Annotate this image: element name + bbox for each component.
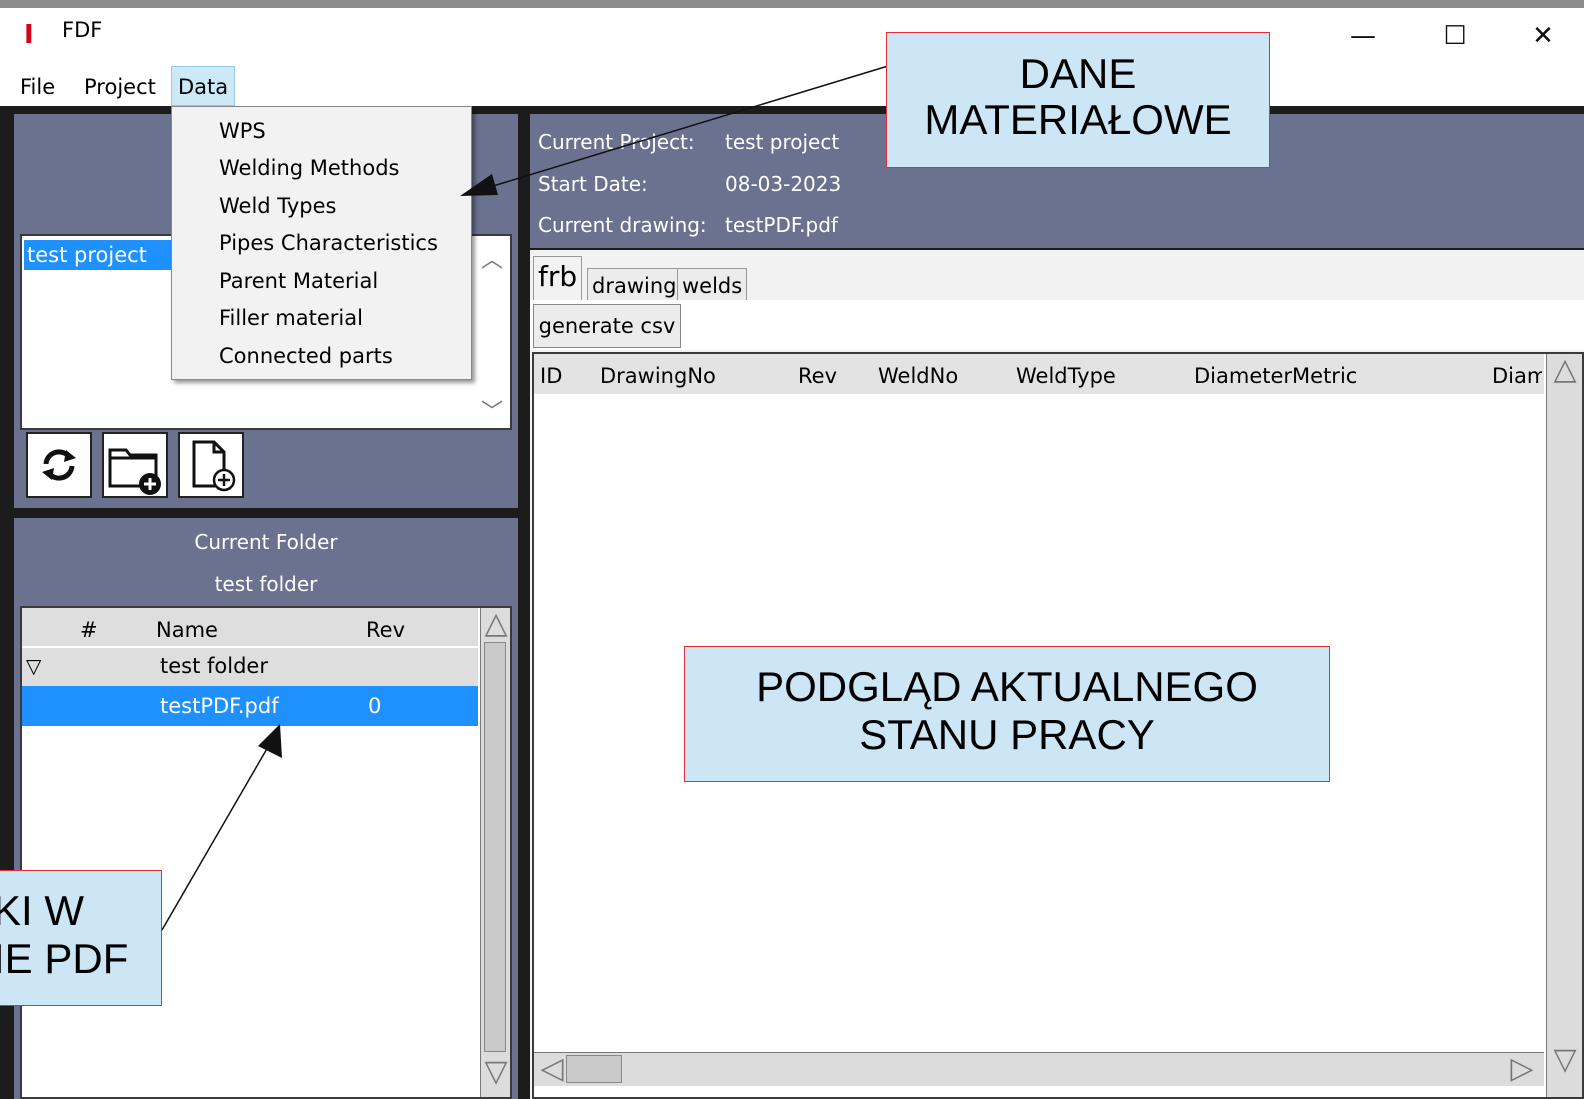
app-logo-icon: I	[24, 20, 34, 50]
refresh-button[interactable]	[26, 432, 92, 498]
file-add-icon	[192, 440, 236, 492]
annotation-pdf-line1: KI W	[0, 887, 84, 934]
scroll-right-icon[interactable]: ▷	[1504, 1053, 1540, 1085]
tree-row-file[interactable]: testPDF.pdf 0	[22, 686, 478, 726]
scroll-down-icon[interactable]: ▽	[1547, 1044, 1583, 1076]
col-id[interactable]: ID	[540, 364, 562, 388]
col-num[interactable]: #	[80, 618, 98, 642]
annotation-preview-line1: PODGLĄD AKTUALNEGO	[756, 663, 1258, 710]
folder-add-icon	[108, 448, 161, 495]
annotation-material-line2: MATERIAŁOWE	[924, 96, 1232, 143]
scroll-up-icon[interactable]: ︿	[480, 242, 504, 274]
folder-tree[interactable]: # Name Rev ▽ test folder testPDF.pdf 0 △…	[20, 606, 512, 1099]
annotation-material: DANE MATERIAŁOWE	[886, 32, 1270, 168]
menu-file[interactable]: File	[14, 66, 61, 104]
current-drawing-value: testPDF.pdf	[725, 213, 838, 237]
menu-item-wps[interactable]: WPS	[219, 113, 266, 149]
menu-item-welding-methods[interactable]: Welding Methods	[219, 150, 399, 186]
tab-drawing[interactable]: drawing	[587, 268, 682, 302]
col-drawingno[interactable]: DrawingNo	[600, 364, 716, 388]
current-drawing-label: Current drawing:	[538, 213, 707, 237]
scroll-down-icon[interactable]: ▽	[481, 1056, 511, 1088]
scroll-up-icon[interactable]: △	[1547, 354, 1583, 386]
tree-row-name: test folder	[160, 654, 268, 678]
maximize-button[interactable]: ☐	[1432, 14, 1478, 58]
annotation-pdf: KI W IE PDF	[0, 870, 162, 1006]
menu-data[interactable]: Data	[171, 66, 236, 106]
tab-frb[interactable]: frb	[533, 256, 583, 301]
menu-project[interactable]: Project	[78, 66, 162, 104]
tree-row-name: testPDF.pdf	[160, 694, 279, 718]
col-diametermetric[interactable]: DiameterMetric	[1194, 364, 1357, 388]
folder-panel-label: Current Folder	[194, 530, 338, 554]
annotation-preview: PODGLĄD AKTUALNEGO STANU PRACY	[684, 646, 1330, 782]
col-rev[interactable]: Rev	[798, 364, 837, 388]
tree-row-rev: 0	[368, 694, 382, 718]
annotation-pdf-line2: IE PDF	[0, 935, 129, 982]
table-vscrollbar[interactable]: △ ▽	[1546, 354, 1582, 1097]
new-folder-button[interactable]	[102, 432, 168, 498]
minimize-button[interactable]: —	[1340, 14, 1386, 58]
menu-item-weld-types[interactable]: Weld Types	[219, 188, 336, 224]
toolbar-strip	[530, 300, 1584, 350]
hscroll-thumb[interactable]	[566, 1055, 622, 1083]
project-list-item[interactable]: test project	[24, 240, 194, 270]
tree-row-folder[interactable]: ▽ test folder	[22, 648, 478, 686]
desktop-strip	[0, 0, 1584, 8]
col-weldtype[interactable]: WeldType	[1016, 364, 1116, 388]
start-date-value: 08-03-2023	[725, 172, 842, 196]
close-button[interactable]: ✕	[1520, 14, 1566, 58]
tree-scrollbar[interactable]: △ ▽	[480, 608, 510, 1097]
start-date-label: Start Date:	[538, 172, 648, 196]
col-name[interactable]: Name	[156, 618, 218, 642]
new-file-button[interactable]	[178, 432, 244, 498]
expand-icon[interactable]: ▽	[26, 654, 41, 678]
table-hscrollbar[interactable]: ◁ ▷	[534, 1052, 1544, 1086]
annotation-material-line1: DANE	[1019, 50, 1137, 97]
data-menu-dropdown: WPS Welding Methods Weld Types Pipes Cha…	[171, 106, 472, 380]
current-folder-name: test folder	[214, 572, 318, 596]
tab-welds[interactable]: welds	[677, 268, 748, 302]
current-project-value: test project	[725, 130, 840, 154]
scroll-thumb[interactable]	[484, 642, 506, 1052]
annotation-preview-line2: STANU PRACY	[859, 711, 1155, 758]
refresh-icon	[42, 449, 76, 481]
menu-bar: File Project Data	[0, 66, 1584, 106]
scroll-up-icon[interactable]: △	[481, 608, 511, 640]
col-rev[interactable]: Rev	[366, 618, 405, 642]
window-title: FDF	[62, 18, 103, 42]
current-project-label: Current Project:	[538, 130, 695, 154]
col-diam[interactable]: Diam	[1492, 364, 1542, 388]
menu-item-filler-material[interactable]: Filler material	[219, 300, 363, 336]
menu-item-parent-material[interactable]: Parent Material	[219, 263, 378, 299]
scroll-down-icon[interactable]: ﹀	[480, 394, 504, 426]
scroll-left-icon[interactable]: ◁	[534, 1053, 570, 1085]
col-weldno[interactable]: WeldNo	[878, 364, 958, 388]
menu-item-connected-parts[interactable]: Connected parts	[219, 338, 393, 374]
generate-csv-button[interactable]: generate csv	[533, 304, 681, 348]
menu-item-pipes-characteristics[interactable]: Pipes Characteristics	[219, 225, 438, 261]
